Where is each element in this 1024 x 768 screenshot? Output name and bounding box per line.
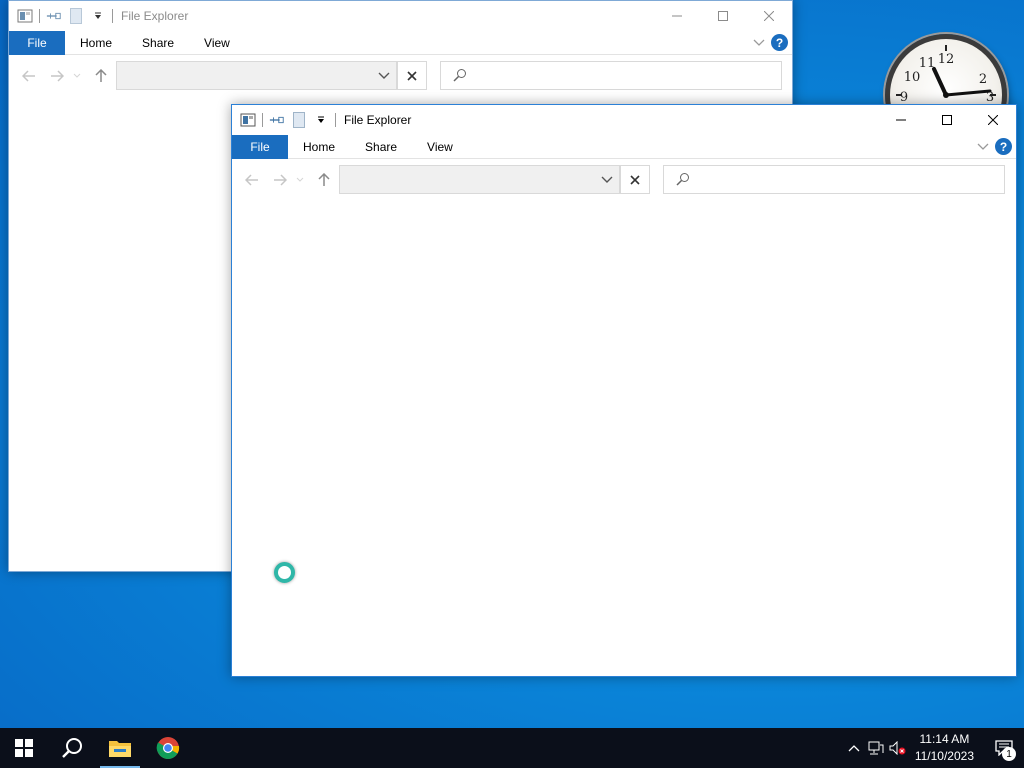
chrome-icon xyxy=(156,737,180,759)
search-icon xyxy=(62,738,82,758)
volume-muted-icon[interactable] xyxy=(887,728,909,768)
minimize-button[interactable] xyxy=(654,1,700,31)
clear-address-button[interactable] xyxy=(397,61,427,90)
back-arrow-icon[interactable] xyxy=(242,171,262,189)
taskbar-time: 11:14 AM xyxy=(919,732,970,746)
expand-ribbon-icon[interactable] xyxy=(977,140,989,154)
desktop: 12 2 3 9 10 11 File Explorer File Home S… xyxy=(0,0,1024,728)
busy-cursor-icon xyxy=(274,562,295,583)
help-icon[interactable]: ? xyxy=(995,138,1012,155)
address-dropdown-icon[interactable] xyxy=(378,68,390,85)
system-tray: 11:14 AM 11/10/2023 1 xyxy=(843,728,1024,768)
up-arrow-icon[interactable] xyxy=(314,171,334,189)
forward-arrow-icon[interactable] xyxy=(47,67,67,85)
tab-view[interactable]: View xyxy=(412,135,468,159)
new-folder-icon[interactable] xyxy=(68,8,84,24)
file-explorer-window-icon xyxy=(17,8,33,24)
taskbar: 11:14 AM 11/10/2023 1 xyxy=(0,728,1024,768)
taskbar-date: 11/10/2023 xyxy=(914,749,974,763)
file-explorer-window-icon xyxy=(240,112,256,128)
maximize-button[interactable] xyxy=(924,105,970,135)
file-explorer-window-front[interactable]: File Explorer File Home Share View ? xyxy=(231,104,1017,677)
search-icon xyxy=(453,68,467,85)
window-title: File Explorer xyxy=(121,9,189,23)
address-dropdown-icon[interactable] xyxy=(601,172,613,189)
properties-icon[interactable] xyxy=(269,112,285,128)
clock-numeral-10: 10 xyxy=(904,70,921,85)
recent-locations-icon[interactable] xyxy=(71,67,83,85)
search-box[interactable] xyxy=(663,165,1005,194)
folder-icon xyxy=(109,741,131,757)
properties-icon[interactable] xyxy=(46,8,62,24)
start-button[interactable] xyxy=(0,728,48,768)
minimize-button[interactable] xyxy=(878,105,924,135)
customize-toolbar-icon[interactable] xyxy=(313,112,329,128)
search-button[interactable] xyxy=(48,728,96,768)
navigation-bar xyxy=(232,159,1016,201)
tab-home[interactable]: Home xyxy=(288,135,350,159)
up-arrow-icon[interactable] xyxy=(91,67,111,85)
ribbon-tabs: File Home Share View ? xyxy=(9,30,792,55)
navigation-bar xyxy=(9,55,792,97)
ribbon-tabs: File Home Share View ? xyxy=(232,134,1016,159)
new-folder-icon[interactable] xyxy=(291,112,307,128)
action-center-button[interactable]: 1 xyxy=(984,728,1024,768)
tab-share[interactable]: Share xyxy=(350,135,412,159)
close-button[interactable] xyxy=(970,105,1016,135)
tab-share[interactable]: Share xyxy=(127,31,189,55)
network-icon[interactable] xyxy=(865,728,887,768)
forward-arrow-icon[interactable] xyxy=(270,171,290,189)
close-button[interactable] xyxy=(746,1,792,31)
show-hidden-icons-button[interactable] xyxy=(843,728,865,768)
maximize-button[interactable] xyxy=(700,1,746,31)
tab-file[interactable]: File xyxy=(232,134,288,159)
clock-numeral-2: 2 xyxy=(979,72,987,87)
clock-numeral-12: 12 xyxy=(938,52,955,67)
chevron-up-icon xyxy=(848,745,860,752)
window-title: File Explorer xyxy=(344,113,412,127)
customize-toolbar-icon[interactable] xyxy=(90,8,106,24)
tab-home[interactable]: Home xyxy=(65,31,127,55)
title-bar[interactable]: File Explorer xyxy=(232,105,1016,135)
quick-access-toolbar xyxy=(240,112,336,128)
windows-logo-icon xyxy=(15,739,33,757)
taskbar-chrome[interactable] xyxy=(144,728,192,768)
address-bar[interactable] xyxy=(339,165,620,194)
back-arrow-icon[interactable] xyxy=(19,67,39,85)
clock-numeral-9: 9 xyxy=(900,90,908,105)
notification-count-badge: 1 xyxy=(1002,747,1016,761)
search-box[interactable] xyxy=(440,61,782,90)
quick-access-toolbar xyxy=(17,8,113,24)
clear-address-button[interactable] xyxy=(620,165,650,194)
help-icon[interactable]: ? xyxy=(771,34,788,51)
taskbar-file-explorer[interactable] xyxy=(96,728,144,768)
address-bar[interactable] xyxy=(116,61,397,90)
title-bar[interactable]: File Explorer xyxy=(9,1,792,31)
tab-file[interactable]: File xyxy=(9,30,65,55)
search-icon xyxy=(676,172,690,189)
tab-view[interactable]: View xyxy=(189,31,245,55)
taskbar-clock[interactable]: 11:14 AM 11/10/2023 xyxy=(909,731,984,765)
clock-minute-hand xyxy=(944,89,992,97)
expand-ribbon-icon[interactable] xyxy=(753,36,765,50)
file-list-pane[interactable] xyxy=(232,201,1016,676)
recent-locations-icon[interactable] xyxy=(294,171,306,189)
clock-hour-hand xyxy=(932,67,948,97)
